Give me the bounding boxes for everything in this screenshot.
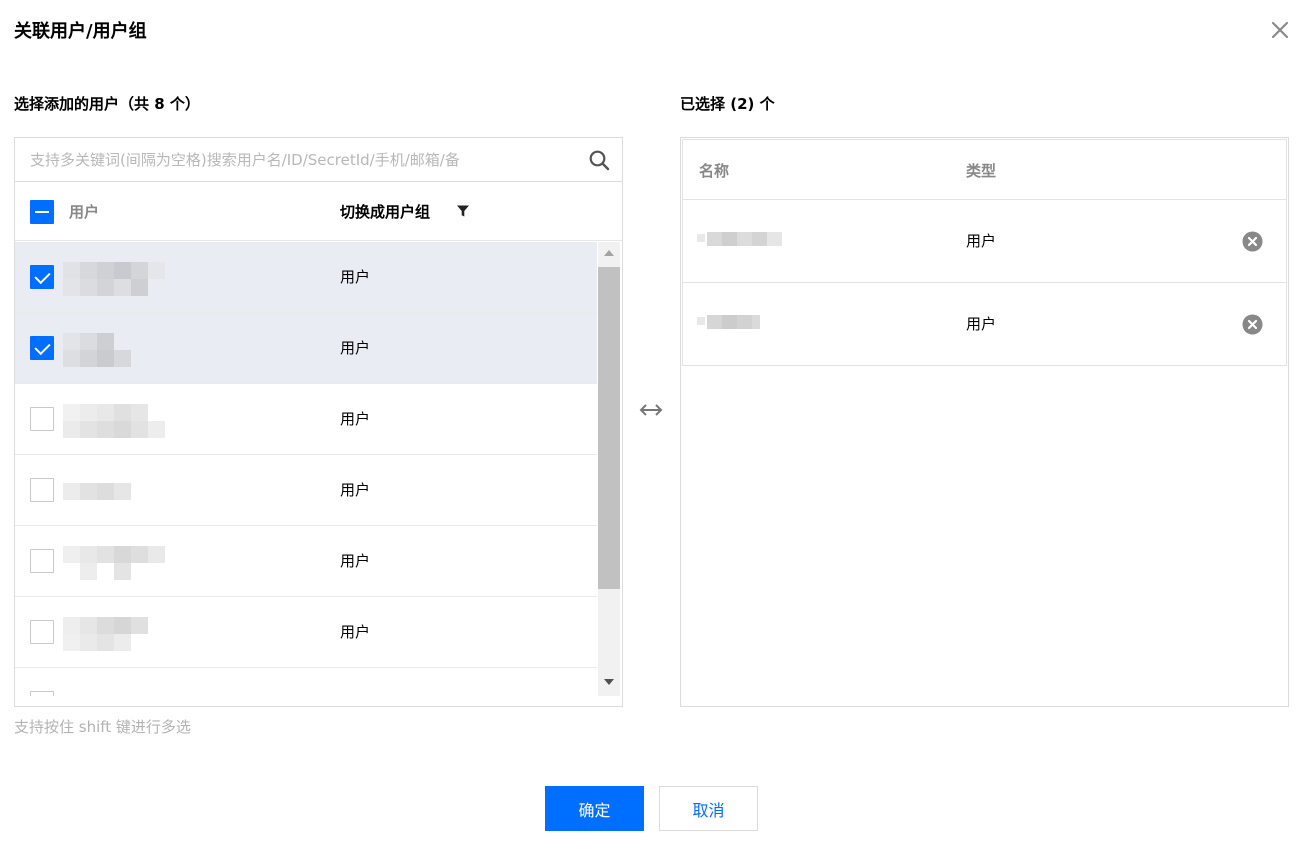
user-name-redacted: [63, 617, 163, 651]
row-type: 用户: [340, 410, 371, 428]
remove-icon[interactable]: [1242, 314, 1263, 335]
row-checkbox[interactable]: [30, 265, 54, 289]
column-header-type: 类型: [966, 162, 997, 180]
row-type: 用户: [340, 552, 371, 570]
row-checkbox[interactable]: [30, 478, 54, 502]
row-type: 用户: [340, 623, 371, 641]
user-name-redacted: [63, 333, 133, 367]
user-name-redacted: [63, 404, 165, 438]
scroll-down-icon[interactable]: [604, 679, 614, 685]
selected-type: 用户: [966, 315, 997, 333]
selected-table-header: 名称 类型: [682, 139, 1287, 200]
filter-icon[interactable]: [456, 204, 470, 218]
table-row[interactable]: 用户: [15, 313, 597, 384]
user-name-redacted: [63, 475, 133, 509]
selected-panel: 名称 类型 用户 用户: [680, 137, 1289, 707]
search-icon[interactable]: [588, 149, 610, 171]
column-header-name: 名称: [699, 162, 730, 180]
table-row[interactable]: 用户: [15, 597, 597, 668]
cancel-button[interactable]: 取消: [659, 786, 758, 831]
table-row[interactable]: [15, 668, 597, 696]
dialog-title: 关联用户/用户组: [14, 21, 147, 42]
table-row[interactable]: 用户: [15, 455, 597, 526]
left-section-title: 选择添加的用户（共 8 个）: [14, 95, 200, 113]
row-checkbox[interactable]: [30, 549, 54, 573]
column-header-user: 用户: [69, 203, 100, 221]
row-type: 用户: [340, 481, 371, 499]
selected-row: 用户: [682, 200, 1287, 283]
selected-type: 用户: [966, 232, 997, 250]
table-row[interactable]: 用户: [15, 526, 597, 597]
table-row[interactable]: 用户: [15, 384, 597, 455]
user-list: 用户 用户 用户 用户 用户 用户: [15, 242, 597, 696]
row-checkbox[interactable]: [30, 620, 54, 644]
search-box: [15, 138, 622, 182]
confirm-button[interactable]: 确定: [545, 786, 644, 831]
row-checkbox[interactable]: [30, 336, 54, 360]
scroll-up-icon[interactable]: [604, 250, 614, 256]
selected-row: 用户: [682, 283, 1287, 366]
select-all-checkbox[interactable]: [30, 200, 54, 224]
table-row[interactable]: 用户: [15, 242, 597, 313]
row-checkbox[interactable]: [30, 407, 54, 431]
user-select-panel: 用户 切换成用户组 用户 用户: [14, 137, 623, 707]
remove-icon[interactable]: [1242, 231, 1263, 252]
user-table-header: 用户 切换成用户组: [15, 182, 622, 241]
switch-to-group-button[interactable]: 切换成用户组: [340, 201, 430, 222]
scrollbar-thumb[interactable]: [598, 267, 620, 589]
close-icon[interactable]: [1268, 18, 1292, 42]
swap-icon: [639, 404, 663, 416]
user-name-redacted: [63, 546, 165, 580]
selected-name-redacted: [697, 315, 789, 333]
row-checkbox[interactable]: [30, 691, 54, 696]
search-input[interactable]: [15, 138, 575, 181]
multi-select-hint: 支持按住 shift 键进行多选: [14, 718, 191, 736]
row-type: 用户: [340, 339, 371, 357]
list-scrollbar[interactable]: [598, 242, 620, 696]
user-name-redacted: [63, 262, 165, 296]
row-type: 用户: [340, 268, 371, 286]
right-section-title: 已选择 (2) 个: [680, 95, 775, 113]
selected-name-redacted: [697, 232, 789, 250]
